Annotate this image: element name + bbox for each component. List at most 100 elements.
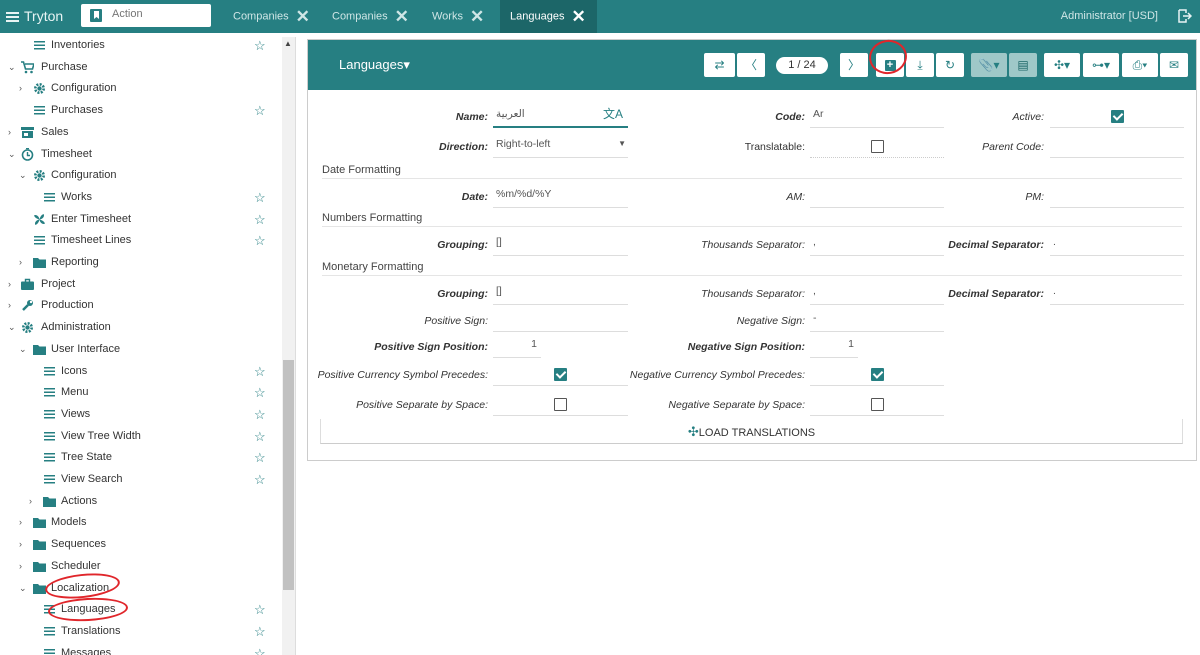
chevron-right-icon[interactable]: › bbox=[8, 274, 16, 295]
star-icon[interactable]: ☆ bbox=[254, 447, 266, 468]
sidebar-item-translations[interactable]: Translations ☆ bbox=[0, 621, 280, 642]
chevron-down-icon[interactable]: ⌄ bbox=[8, 57, 16, 78]
translatable-checkbox[interactable] bbox=[871, 140, 884, 153]
sidebar-item-views[interactable]: Views ☆ bbox=[0, 404, 280, 425]
sidebar-item-messages[interactable]: Messages ☆ bbox=[0, 643, 280, 655]
note-button[interactable]: ▤ bbox=[1009, 53, 1037, 77]
print-button[interactable]: ⎙▾ bbox=[1122, 53, 1158, 77]
sidebar-item-purchases[interactable]: Purchases ☆ bbox=[0, 100, 280, 121]
bookmark-icon[interactable] bbox=[90, 9, 102, 22]
sidebar-item-configuration[interactable]: › Configuration bbox=[0, 78, 280, 99]
tab-works[interactable]: Works ✕ bbox=[432, 0, 484, 33]
sidebar-item-timesheet-lines[interactable]: Timesheet Lines ☆ bbox=[0, 230, 280, 251]
sidebar-item-models[interactable]: › Models bbox=[0, 512, 280, 533]
neg-cur-checkbox[interactable] bbox=[871, 368, 884, 381]
sidebar-item-sequences[interactable]: › Sequences bbox=[0, 534, 280, 555]
next-button[interactable]: 〉 bbox=[840, 53, 868, 77]
code-field[interactable]: Ar bbox=[810, 104, 944, 128]
tab-languages[interactable]: Languages ✕ bbox=[500, 0, 597, 33]
star-icon[interactable]: ☆ bbox=[254, 599, 266, 620]
close-icon[interactable]: ✕ bbox=[470, 7, 484, 26]
previous-button[interactable]: 〈 bbox=[737, 53, 765, 77]
name-field[interactable]: العربية 文A bbox=[493, 104, 628, 128]
sidebar-item-user-interface[interactable]: ⌄ User Interface bbox=[0, 339, 280, 360]
active-checkbox[interactable] bbox=[1111, 110, 1124, 123]
reload-button[interactable]: ↻ bbox=[936, 53, 964, 77]
switch-view-button[interactable]: ⇄ bbox=[704, 53, 735, 77]
close-icon[interactable]: ✕ bbox=[571, 7, 585, 26]
direction-select[interactable]: Right-to-left ▼ bbox=[493, 134, 628, 158]
pos-sep-checkbox[interactable] bbox=[554, 398, 567, 411]
sidebar-item-reporting[interactable]: › Reporting bbox=[0, 252, 280, 273]
chevron-right-icon[interactable]: › bbox=[8, 122, 16, 143]
sidebar-item-administration[interactable]: ⌄ Administration bbox=[0, 317, 280, 338]
pos-sign-field[interactable] bbox=[493, 308, 628, 332]
date-field[interactable]: %m/%d/%Y bbox=[493, 184, 628, 208]
chevron-down-icon[interactable]: ⌄ bbox=[8, 144, 16, 165]
sidebar-item-menu[interactable]: Menu ☆ bbox=[0, 382, 280, 403]
sidebar-item-actions[interactable]: › Actions bbox=[0, 491, 280, 512]
tab-companies-1[interactable]: Companies ✕ bbox=[233, 0, 310, 33]
app-menu-button[interactable]: Tryton bbox=[6, 0, 63, 33]
star-icon[interactable]: ☆ bbox=[254, 621, 266, 642]
sidebar-item-tree-state[interactable]: Tree State ☆ bbox=[0, 447, 280, 468]
pos-cur-checkbox[interactable] bbox=[554, 368, 567, 381]
grouping-field[interactable]: [] bbox=[493, 232, 628, 256]
star-icon[interactable]: ☆ bbox=[254, 382, 266, 403]
save-button[interactable]: ⤓ bbox=[906, 53, 934, 77]
sidebar-item-configuration[interactable]: ⌄ Configuration bbox=[0, 165, 280, 186]
sidebar-item-scheduler[interactable]: › Scheduler bbox=[0, 556, 280, 577]
action-search-input[interactable] bbox=[112, 8, 204, 20]
sidebar-item-inventories[interactable]: Inventories ☆ bbox=[0, 37, 280, 56]
decimal-field[interactable]: . bbox=[1050, 232, 1184, 256]
pm-field[interactable] bbox=[1050, 184, 1184, 208]
user-menu[interactable]: Administrator [USD] bbox=[1061, 0, 1158, 33]
chevron-down-icon[interactable]: ⌄ bbox=[19, 339, 27, 360]
neg-sign-field[interactable]: - bbox=[810, 308, 944, 332]
star-icon[interactable]: ☆ bbox=[254, 100, 266, 121]
neg-sign-pos-field[interactable]: 1 bbox=[810, 334, 858, 358]
star-icon[interactable]: ☆ bbox=[254, 469, 266, 490]
sidebar-item-icons[interactable]: Icons ☆ bbox=[0, 361, 280, 382]
action-search[interactable] bbox=[81, 4, 211, 27]
star-icon[interactable]: ☆ bbox=[254, 643, 266, 655]
chevron-right-icon[interactable]: › bbox=[19, 556, 27, 577]
form-title[interactable]: Languages▾ bbox=[339, 57, 410, 73]
star-icon[interactable]: ☆ bbox=[254, 209, 266, 230]
sidebar-item-languages[interactable]: Languages ☆ bbox=[0, 599, 280, 620]
sidebar-item-localization[interactable]: ⌄ Localization bbox=[0, 578, 280, 599]
translate-icon[interactable]: 文A bbox=[603, 104, 623, 124]
sidebar-item-timesheet[interactable]: ⌄ Timesheet bbox=[0, 144, 280, 165]
action-button[interactable]: ✣▾ bbox=[1044, 53, 1080, 77]
sidebar-item-view-tree-width[interactable]: View Tree Width ☆ bbox=[0, 426, 280, 447]
am-field[interactable] bbox=[810, 184, 944, 208]
sidebar-item-sales[interactable]: › Sales bbox=[0, 122, 280, 143]
email-button[interactable]: ✉ bbox=[1160, 53, 1188, 77]
pos-sign-pos-field[interactable]: 1 bbox=[493, 334, 541, 358]
sidebar-item-production[interactable]: › Production bbox=[0, 295, 280, 316]
chevron-right-icon[interactable]: › bbox=[19, 78, 27, 99]
chevron-down-icon[interactable]: ⌄ bbox=[19, 578, 27, 599]
load-translations-button[interactable]: ✣LOAD TRANSLATIONS bbox=[320, 419, 1183, 444]
tab-companies-2[interactable]: Companies ✕ bbox=[332, 0, 409, 33]
chevron-right-icon[interactable]: › bbox=[29, 491, 37, 512]
attachment-button[interactable]: 📎▾ bbox=[971, 53, 1007, 77]
sidebar-item-purchase[interactable]: ⌄ Purchase bbox=[0, 57, 280, 78]
sidebar-item-view-search[interactable]: View Search ☆ bbox=[0, 469, 280, 490]
star-icon[interactable]: ☆ bbox=[254, 426, 266, 447]
sidebar-item-works[interactable]: Works ☆ bbox=[0, 187, 280, 208]
m-grouping-field[interactable]: [] bbox=[493, 281, 628, 305]
chevron-right-icon[interactable]: › bbox=[8, 295, 16, 316]
sidebar-item-project[interactable]: › Project bbox=[0, 274, 280, 295]
chevron-down-icon[interactable]: ⌄ bbox=[8, 317, 16, 338]
chevron-right-icon[interactable]: › bbox=[19, 252, 27, 273]
scrollbar-thumb[interactable] bbox=[283, 360, 294, 590]
chevron-down-icon[interactable]: ⌄ bbox=[19, 165, 27, 186]
sidebar-scrollbar[interactable]: ▲ bbox=[282, 37, 295, 655]
parent-code-field[interactable] bbox=[1050, 134, 1184, 158]
star-icon[interactable]: ☆ bbox=[254, 37, 266, 56]
relate-button[interactable]: ⊶▾ bbox=[1083, 53, 1119, 77]
neg-sep-checkbox[interactable] bbox=[871, 398, 884, 411]
chevron-right-icon[interactable]: › bbox=[19, 512, 27, 533]
close-icon[interactable]: ✕ bbox=[296, 7, 310, 26]
